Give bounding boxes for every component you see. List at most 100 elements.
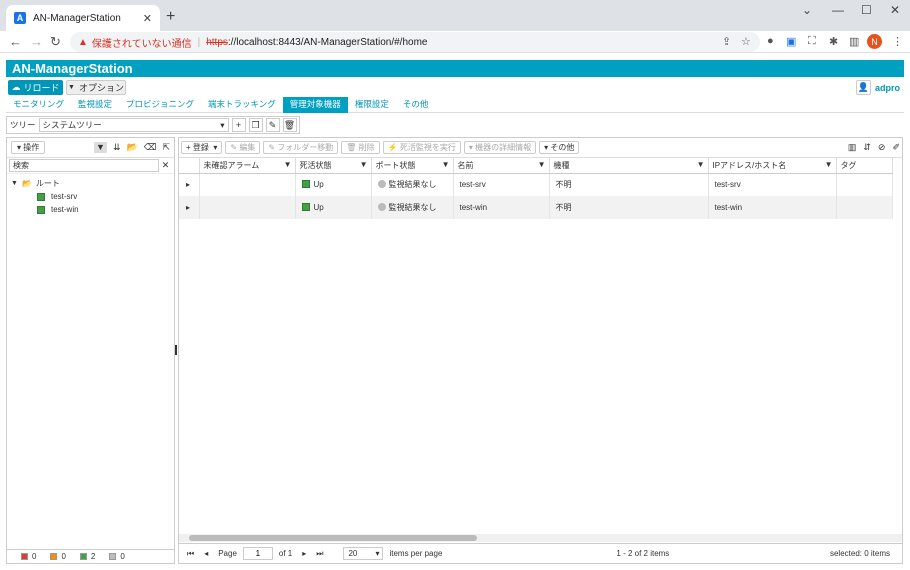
menu-icon[interactable]: ⋮ (892, 35, 903, 48)
red-square-icon (21, 553, 28, 560)
host-status-icon (37, 205, 45, 214)
new-tab-icon[interactable]: + (166, 8, 175, 26)
clear-icon[interactable]: ✕ (159, 160, 172, 171)
device-grid-panel: + 登録 ▾ ✎ 編集 ✎ フォルダー移動 🗑 削除 ⚡ 死活監視を実行 ▾ 機… (178, 137, 903, 564)
tree-label: ツリー (10, 120, 36, 130)
filter-icon[interactable]: ▼ (538, 160, 546, 169)
maximize-icon[interactable]: ☐ (861, 3, 872, 17)
legend-count: 0 (32, 552, 37, 561)
table-row[interactable]: ▸ Up 監視結果なし test-win 不明 test-win (179, 196, 893, 219)
last-page-icon[interactable]: ⏭ (316, 549, 323, 559)
tab-other[interactable]: その他 (396, 97, 436, 113)
minimize-icon[interactable]: — (832, 3, 844, 17)
column-header-alarm[interactable]: 未確認アラーム ▼ (199, 158, 296, 174)
filter-icon[interactable]: ▼ (442, 160, 450, 169)
table-row[interactable]: ▸ Up 監視結果なし test-srv 不明 test-srv (179, 173, 893, 196)
filter-clear-icon[interactable]: ⊘ (878, 142, 886, 153)
per-page-select[interactable]: 20 ▾ (343, 547, 384, 560)
other-button[interactable]: ▾ その他 (539, 141, 580, 154)
tab-monitor-settings[interactable]: 監視設定 (71, 97, 119, 113)
delete-tree-icon[interactable]: 🗑 (282, 118, 297, 132)
edit-button[interactable]: ✎ 編集 (225, 141, 261, 154)
register-button[interactable]: + 登録 ▾ (181, 141, 223, 154)
device-table: 未確認アラーム ▼ 死活状態 ▼ ポート状態 ▼ 名前 ▼ 機種 ▼ IPアドレス/ホスト… (179, 158, 893, 219)
panel-splitter[interactable] (175, 345, 177, 355)
screenshot-icon[interactable]: ⛶ (808, 35, 816, 48)
column-header-ip[interactable]: IPアドレス/ホスト名 ▼ (708, 158, 837, 174)
sidebar-icon[interactable]: ▥ (849, 35, 859, 48)
reload-button[interactable]: ☁ リロード (8, 80, 63, 95)
chevron-down-icon[interactable]: ⌄ (802, 3, 812, 17)
per-page-label: items per page (389, 549, 443, 558)
column-header-model[interactable]: 機種 ▼ (549, 158, 709, 174)
columns-icon[interactable]: ▥ (848, 142, 857, 153)
expand-row-icon[interactable]: ▸ (179, 196, 200, 219)
tab-permissions[interactable]: 権限設定 (348, 97, 396, 113)
address-bar[interactable]: ▲ 保護されていない通信 | https ://localhost:8443/A… (70, 32, 760, 52)
scrollbar-thumb[interactable] (189, 535, 477, 541)
horizontal-scrollbar[interactable] (179, 534, 902, 542)
column-header-name[interactable]: 名前 ▼ (453, 158, 550, 174)
profile-avatar[interactable]: N (867, 34, 882, 49)
move-folder-button[interactable]: ✎ フォルダー移動 (263, 141, 339, 154)
tab-device-tracking[interactable]: 端末トラッキング (201, 97, 283, 113)
filter-icon[interactable]: ▼ (284, 160, 292, 169)
tree-search-input[interactable] (9, 159, 159, 172)
brush-icon[interactable]: ✐ (892, 142, 900, 153)
caret-down-icon[interactable]: ▼ (11, 180, 18, 187)
tree-node-host[interactable]: test-srv (11, 190, 174, 203)
selected-text: selected: 0 items (829, 549, 890, 558)
main-nav-tabs: モニタリング 監視設定 プロビジョニング 端末トラッキング 管理対象機器 権限設… (6, 97, 904, 113)
column-header-tag[interactable]: タグ (836, 158, 893, 174)
tree-select-value: システムツリー (42, 120, 102, 130)
next-page-icon[interactable]: ▸ (302, 549, 306, 558)
first-page-icon[interactable]: ⏮ (187, 549, 194, 559)
star-icon[interactable]: ☆ (741, 35, 751, 48)
tab-close-icon[interactable]: ✕ (143, 12, 152, 25)
refresh-icon[interactable]: ↻ (50, 34, 61, 50)
option-button[interactable]: ▼ オプション (66, 80, 126, 95)
user-menu[interactable]: 👤 adpro (855, 80, 900, 95)
tree-bar: ツリー システムツリー ▾ + ❐ ✎ 🗑 (6, 116, 300, 134)
browser-tab[interactable]: A AN-ManagerStation ✕ (6, 5, 160, 31)
grid-toolbar: + 登録 ▾ ✎ 編集 ✎ フォルダー移動 🗑 削除 ⚡ 死活監視を実行 ▾ 機… (179, 138, 902, 158)
copy-tree-icon[interactable]: ❐ (248, 118, 263, 132)
ops-button[interactable]: ▾ 操作 (11, 141, 46, 154)
gray-square-icon (109, 553, 117, 560)
puzzle-icon[interactable]: ✱ (829, 35, 838, 48)
tree-node-root[interactable]: ▼ 📂 ルート (11, 177, 174, 190)
extension-check-icon[interactable]: ● (767, 35, 774, 47)
filter-icon[interactable]: ▼ (697, 160, 705, 169)
filter-icon[interactable]: ▼ (360, 160, 368, 169)
tab-monitoring[interactable]: モニタリング (6, 97, 71, 113)
folder-open-icon[interactable]: 📂 (127, 142, 138, 153)
page-input[interactable] (242, 547, 273, 560)
eraser-icon[interactable]: ⌫ (144, 142, 157, 153)
run-alive-button[interactable]: ⚡ 死活監視を実行 (382, 141, 461, 154)
device-detail-button[interactable]: ▾ 機器の詳細情報 (463, 141, 537, 154)
expand-all-icon[interactable]: ⇊ (113, 142, 121, 153)
export-icon[interactable]: ⇱ (162, 142, 170, 153)
share-icon[interactable]: ⇪ (722, 35, 731, 48)
sort-clear-icon[interactable]: ⇵ (863, 142, 871, 153)
tree-node-host[interactable]: test-win (11, 203, 174, 216)
add-tree-icon[interactable]: + (231, 118, 246, 132)
close-window-icon[interactable]: ✕ (890, 3, 900, 17)
forward-icon[interactable]: → (30, 34, 43, 49)
column-header-port[interactable]: ポート状態 ▼ (371, 158, 454, 174)
expand-row-icon[interactable]: ▸ (179, 173, 200, 196)
edit-label: 編集 (239, 143, 256, 152)
column-header-alive[interactable]: 死活状態 ▼ (295, 158, 372, 174)
tab-managed-devices[interactable]: 管理対象機器 (282, 97, 348, 113)
edit-tree-icon[interactable]: ✎ (265, 118, 280, 132)
cell-alarm (199, 173, 296, 196)
of-label: of 1 (278, 549, 293, 558)
tab-provisioning[interactable]: プロビジョニング (119, 97, 201, 113)
filter-icon[interactable]: ▼ (94, 142, 107, 153)
filter-icon[interactable]: ▼ (825, 160, 833, 169)
translate-icon[interactable]: ▣ (786, 35, 796, 48)
prev-page-icon[interactable]: ◂ (204, 549, 208, 558)
tree-select[interactable]: システムツリー ▾ (38, 118, 229, 132)
delete-button[interactable]: 🗑 削除 (341, 141, 380, 154)
back-icon[interactable]: ← (9, 34, 22, 49)
